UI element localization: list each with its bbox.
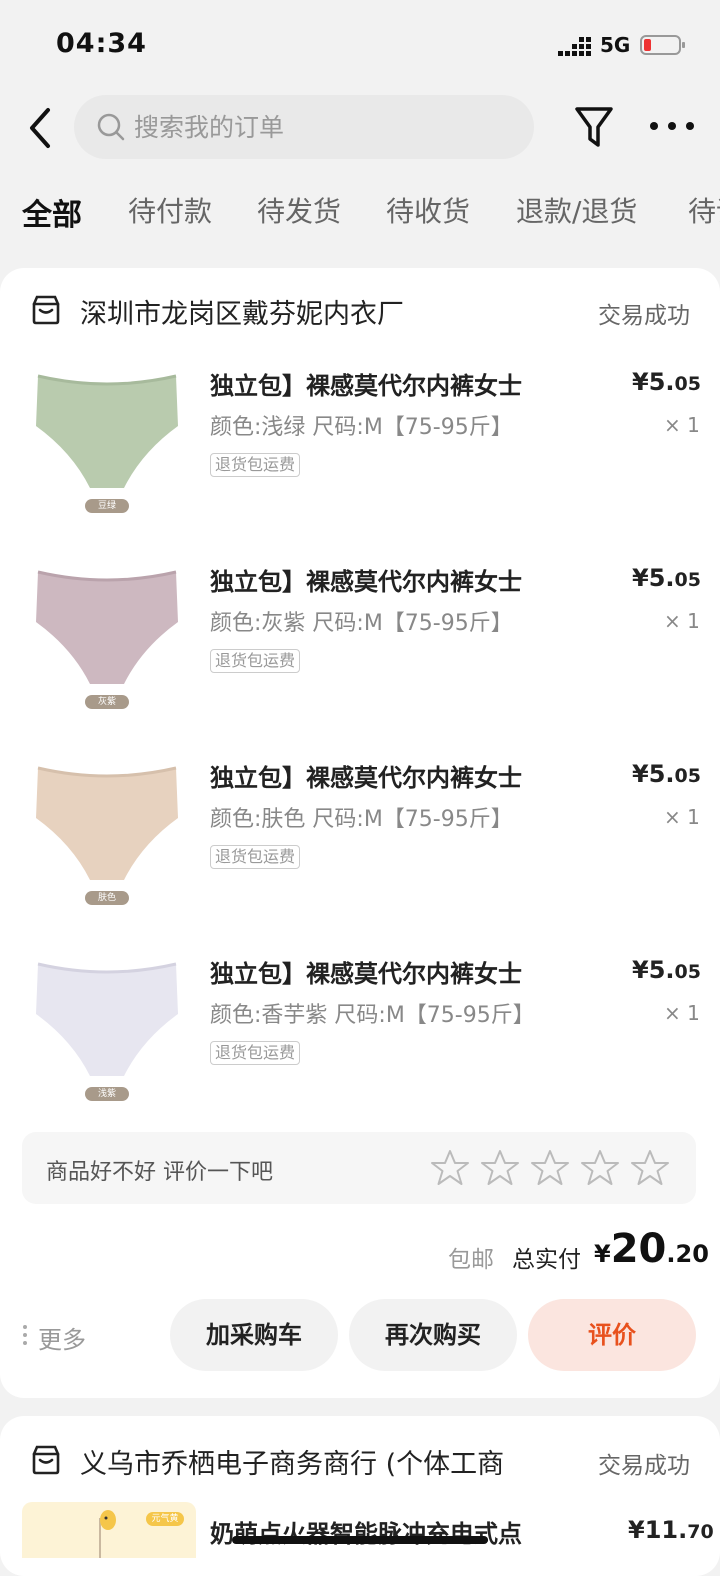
shop-icon (32, 295, 60, 325)
back-arrow-icon[interactable] (24, 106, 58, 150)
tab-pending-payment[interactable]: 待付款 (128, 190, 212, 230)
review-button[interactable]: 评价 (528, 1299, 696, 1371)
product-price: ¥11.70 (628, 1516, 714, 1544)
product-price: ¥5.05 (632, 956, 701, 984)
order-status: 交易成功 (598, 1453, 690, 1479)
product-spec: 颜色:浅绿 尺码:M【75-95斤】 (210, 415, 513, 440)
review-prompt-text: 商品好不好 评价一下吧 (46, 1160, 273, 1185)
shop-icon (32, 1445, 60, 1475)
add-to-cart-button[interactable]: 加采购车 (170, 1299, 338, 1371)
more-options-icon[interactable] (648, 116, 696, 136)
star-icon[interactable] (430, 1148, 470, 1188)
more-dots-icon (23, 1325, 27, 1345)
star-icon[interactable] (480, 1148, 520, 1188)
product-title[interactable]: 独立包】裸感莫代尔内裤女士 (210, 954, 522, 989)
tab-refund-return[interactable]: 退款/退货 (516, 190, 637, 230)
color-tag: 豆绿 (85, 499, 129, 513)
product-quantity: × 1 (664, 1001, 700, 1025)
tab-pending-receipt[interactable]: 待收货 (386, 190, 470, 230)
home-indicator[interactable] (232, 1536, 488, 1544)
return-shipping-badge: 退货包运费 (210, 453, 301, 477)
color-tag: 肤色 (85, 891, 129, 905)
tab-pending-shipment[interactable]: 待发货 (257, 190, 341, 230)
product-thumbnail[interactable] (32, 948, 182, 1098)
product-quantity: × 1 (664, 609, 700, 633)
color-tag: 灰紫 (85, 695, 129, 709)
tab-pending-review[interactable]: 待评 (688, 190, 720, 230)
product-spec: 颜色:肤色 尺码:M【75-95斤】 (210, 807, 513, 832)
product-title[interactable]: 独立包】裸感莫代尔内裤女士 (210, 562, 522, 597)
buy-again-button[interactable]: 再次购买 (349, 1299, 517, 1371)
return-shipping-badge: 退货包运费 (210, 1041, 301, 1065)
star-icon[interactable] (630, 1148, 670, 1188)
product-thumbnail[interactable] (32, 556, 182, 706)
total-label: 总实付 (512, 1247, 581, 1273)
star-icon[interactable] (530, 1148, 570, 1188)
more-button[interactable]: 更多 (38, 1320, 86, 1355)
product-price: ¥5.05 (632, 760, 701, 788)
shipping-label: 包邮 (448, 1247, 494, 1273)
return-shipping-badge: 退货包运费 (210, 845, 301, 869)
return-shipping-badge: 退货包运费 (210, 649, 301, 673)
product-price: ¥5.05 (632, 368, 701, 396)
signal-icon (558, 37, 591, 56)
total-amount: ¥20.20 (594, 1226, 709, 1272)
product-title[interactable]: 独立包】裸感莫代尔内裤女士 (210, 758, 522, 793)
shop-name[interactable]: 义乌市乔栖电子商务商行 (个体工商 (80, 1442, 504, 1481)
product-price: ¥5.05 (632, 564, 701, 592)
battery-icon (640, 35, 685, 55)
thumb-color-badge: 元气黄 (146, 1512, 184, 1526)
product-spec: 颜色:香芋紫 尺码:M【75-95斤】 (210, 1003, 535, 1028)
color-tag: 浅紫 (85, 1087, 129, 1101)
search-placeholder: 搜索我的订单 (134, 113, 285, 142)
star-icon[interactable] (580, 1148, 620, 1188)
product-quantity: × 1 (664, 413, 700, 437)
network-label: 5G (600, 33, 631, 57)
product-thumbnail[interactable] (32, 360, 182, 510)
filter-icon[interactable] (574, 103, 614, 151)
shop-name[interactable]: 深圳市龙岗区戴芬妮内衣厂 (80, 292, 404, 331)
lighter-icon (99, 1510, 116, 1558)
product-thumbnail[interactable] (32, 752, 182, 902)
product-title[interactable]: 独立包】裸感莫代尔内裤女士 (210, 366, 522, 401)
order-status: 交易成功 (598, 303, 690, 329)
product-spec: 颜色:灰紫 尺码:M【75-95斤】 (210, 611, 513, 636)
tab-all[interactable]: 全部 (22, 190, 82, 234)
status-time: 04:34 (56, 28, 147, 59)
product-quantity: × 1 (664, 805, 700, 829)
search-icon (97, 113, 125, 141)
